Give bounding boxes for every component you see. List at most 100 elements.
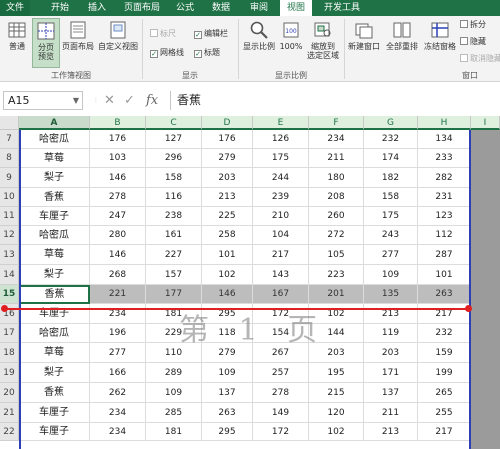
cell-name[interactable]: 梨子 bbox=[19, 265, 90, 285]
cell-value[interactable]: 201 bbox=[309, 285, 364, 304]
arrange-all-button[interactable]: 全部重排 bbox=[383, 20, 421, 51]
cell-name[interactable]: 车厘子 bbox=[19, 207, 90, 226]
normal-view-button[interactable]: 普通 bbox=[3, 20, 31, 51]
cell-value[interactable]: 262 bbox=[90, 383, 146, 403]
cell-value[interactable]: 217 bbox=[418, 423, 471, 441]
cell-value[interactable]: 109 bbox=[364, 265, 418, 285]
cell-value[interactable]: 268 bbox=[90, 265, 146, 285]
column-header-b[interactable]: B bbox=[90, 116, 146, 130]
enter-icon[interactable]: ✓ bbox=[124, 91, 135, 110]
row-header-19[interactable]: 19 bbox=[0, 363, 19, 383]
cell-value[interactable]: 234 bbox=[90, 403, 146, 423]
cell-value[interactable]: 247 bbox=[90, 207, 146, 226]
cell-value[interactable]: 177 bbox=[146, 285, 202, 304]
cell-value[interactable]: 213 bbox=[364, 304, 418, 324]
cell-value[interactable]: 146 bbox=[90, 168, 146, 188]
headings-checkbox[interactable]: ✓ 标题 bbox=[194, 47, 220, 58]
cell-name[interactable]: 哈密瓜 bbox=[19, 130, 90, 149]
cell-value[interactable]: 257 bbox=[253, 363, 309, 383]
cell-value[interactable]: 102 bbox=[202, 265, 253, 285]
cell-value[interactable]: 295 bbox=[202, 423, 253, 441]
column-header-f[interactable]: F bbox=[309, 116, 364, 130]
cell-value[interactable]: 238 bbox=[146, 207, 202, 226]
tab-data[interactable]: 数据 bbox=[207, 0, 235, 16]
cell-value[interactable]: 101 bbox=[202, 245, 253, 265]
cell-value[interactable]: 233 bbox=[418, 149, 471, 168]
cell-value[interactable]: 234 bbox=[90, 304, 146, 324]
gridlines-checkbox[interactable]: ✓ 网格线 bbox=[150, 47, 184, 58]
formula-bar-checkbox[interactable]: ✓ 编辑栏 bbox=[194, 28, 228, 39]
cell-value[interactable]: 208 bbox=[309, 188, 364, 207]
cell-name[interactable]: 梨子 bbox=[19, 168, 90, 188]
cell-value[interactable]: 172 bbox=[253, 423, 309, 441]
cell-value[interactable]: 126 bbox=[253, 130, 309, 149]
cell-value[interactable]: 258 bbox=[202, 226, 253, 245]
row-header-20[interactable]: 20 bbox=[0, 383, 19, 403]
cell-value[interactable]: 120 bbox=[309, 403, 364, 423]
cell-value[interactable]: 225 bbox=[202, 207, 253, 226]
cell-value[interactable]: 277 bbox=[90, 343, 146, 363]
cell-name[interactable]: 车厘子 bbox=[19, 403, 90, 423]
cell-value[interactable]: 112 bbox=[418, 226, 471, 245]
cell-value[interactable]: 119 bbox=[364, 324, 418, 343]
cell-value[interactable]: 105 bbox=[309, 245, 364, 265]
cell-value[interactable]: 243 bbox=[364, 226, 418, 245]
split-button[interactable]: 拆分 bbox=[460, 19, 486, 30]
row-header-9[interactable]: 9 bbox=[0, 168, 19, 188]
cell-value[interactable]: 260 bbox=[309, 207, 364, 226]
cell-value[interactable]: 175 bbox=[364, 207, 418, 226]
column-header-e[interactable]: E bbox=[253, 116, 309, 130]
cell-value[interactable]: 199 bbox=[418, 363, 471, 383]
row-header-13[interactable]: 13 bbox=[0, 245, 19, 265]
row-header-8[interactable]: 8 bbox=[0, 149, 19, 168]
tab-formulas[interactable]: 公式 bbox=[171, 0, 199, 16]
cell-value[interactable]: 215 bbox=[309, 383, 364, 403]
cell-value[interactable]: 157 bbox=[146, 265, 202, 285]
tab-insert[interactable]: 插入 bbox=[83, 0, 111, 16]
cell-name[interactable]: 车厘子 bbox=[19, 304, 90, 324]
column-header-a[interactable]: A bbox=[19, 116, 90, 130]
cell-name[interactable]: 哈密瓜 bbox=[19, 226, 90, 245]
drag-handle-icon[interactable]: ⋮ bbox=[93, 91, 99, 110]
cell-value[interactable]: 287 bbox=[418, 245, 471, 265]
cell-value[interactable]: 146 bbox=[202, 285, 253, 304]
cell-name[interactable]: 草莓 bbox=[19, 343, 90, 363]
cell-value[interactable]: 234 bbox=[309, 130, 364, 149]
formula-input[interactable]: 香蕉 bbox=[170, 91, 498, 110]
cell-value[interactable]: 180 bbox=[309, 168, 364, 188]
row-header-14[interactable]: 14 bbox=[0, 265, 19, 285]
cell-value[interactable]: 223 bbox=[309, 265, 364, 285]
cell-name[interactable]: 草莓 bbox=[19, 245, 90, 265]
cell-name[interactable]: 草莓 bbox=[19, 149, 90, 168]
cell-value[interactable]: 181 bbox=[146, 423, 202, 441]
cell-value[interactable]: 211 bbox=[309, 149, 364, 168]
cell-value[interactable]: 195 bbox=[309, 363, 364, 383]
cell-value[interactable]: 143 bbox=[253, 265, 309, 285]
row-header-18[interactable]: 18 bbox=[0, 343, 19, 363]
cell-value[interactable]: 263 bbox=[418, 285, 471, 304]
cell-value[interactable]: 159 bbox=[418, 343, 471, 363]
cell-value[interactable]: 134 bbox=[418, 130, 471, 149]
cell-value[interactable]: 232 bbox=[364, 130, 418, 149]
row-header-22[interactable]: 22 bbox=[0, 423, 19, 441]
tab-view[interactable]: 视图 bbox=[280, 0, 312, 16]
cell-value[interactable]: 161 bbox=[146, 226, 202, 245]
row-header-11[interactable]: 11 bbox=[0, 207, 19, 226]
zoom-100-button[interactable]: 100 100% bbox=[278, 20, 304, 51]
cell-value[interactable]: 244 bbox=[253, 168, 309, 188]
cell-value[interactable]: 146 bbox=[90, 245, 146, 265]
tab-review[interactable]: 审阅 bbox=[245, 0, 273, 16]
cell-value[interactable]: 175 bbox=[253, 149, 309, 168]
cell-value[interactable]: 263 bbox=[202, 403, 253, 423]
cell-value[interactable]: 203 bbox=[202, 168, 253, 188]
cell-value[interactable]: 285 bbox=[146, 403, 202, 423]
cell-value[interactable]: 255 bbox=[418, 403, 471, 423]
freeze-panes-button[interactable]: 冻结窗格 bbox=[422, 20, 458, 51]
cell-value[interactable]: 217 bbox=[418, 304, 471, 324]
cell-value[interactable]: 196 bbox=[90, 324, 146, 343]
cell-value[interactable]: 158 bbox=[146, 168, 202, 188]
cell-value[interactable]: 158 bbox=[364, 188, 418, 207]
cell-value[interactable]: 217 bbox=[253, 245, 309, 265]
cell-value[interactable]: 135 bbox=[364, 285, 418, 304]
column-header-g[interactable]: G bbox=[364, 116, 418, 130]
